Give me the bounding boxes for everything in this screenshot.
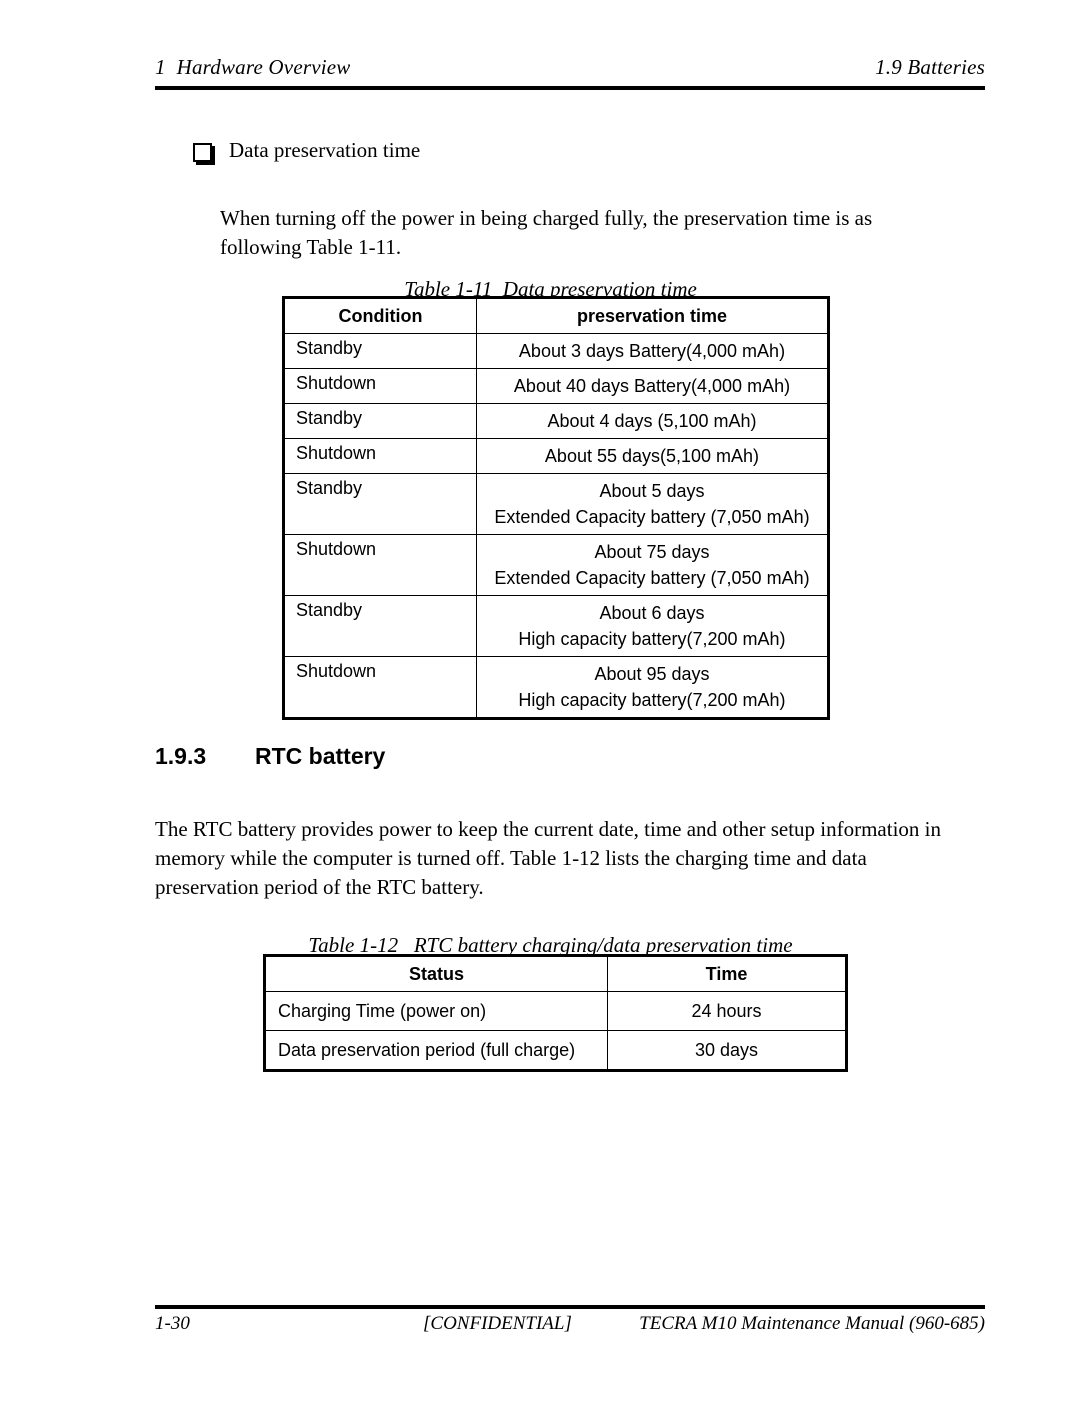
cell-condition: Shutdown — [284, 438, 477, 474]
cell-status: Charging Time (power on) — [265, 991, 608, 1031]
running-footer: 1-30 [CONFIDENTIAL] TECRA M10 Maintenanc… — [155, 1313, 985, 1423]
cell-preservation-time: About 95 days High capacity battery(7,20… — [476, 656, 828, 718]
header-section-title: 1.9 Batteries — [875, 55, 985, 79]
footer-page-number: 1-30 — [155, 1313, 190, 1334]
column-header-condition: Condition — [284, 298, 477, 334]
table-row: Standby About 4 days (5,100 mAh) — [284, 403, 828, 439]
cell-time: 30 days — [607, 1030, 846, 1070]
cell-condition: Standby — [284, 473, 477, 535]
footer-divider-rule — [155, 1305, 985, 1309]
cell-status: Data preservation period (full charge) — [265, 1030, 608, 1070]
bullet-item-label: Data preservation time — [229, 138, 421, 162]
table-row: Shutdown About 95 days High capacity bat… — [284, 656, 828, 718]
cell-preservation-time: About 40 days Battery(4,000 mAh) — [476, 368, 828, 404]
cell-preservation-time: About 4 days (5,100 mAh) — [476, 403, 828, 439]
running-header: 1 Hardware Overview 1.9 Batteries — [155, 55, 985, 80]
bullet-item-data-preservation-time: Data preservation time — [193, 136, 953, 164]
column-header-time: Time — [607, 956, 846, 992]
cell-line-2: High capacity battery(7,200 mAh) — [518, 629, 786, 649]
cell-condition: Standby — [284, 595, 477, 657]
document-page: 1 Hardware Overview 1.9 Batteries Data p… — [0, 0, 1080, 1397]
table-row: Standby About 6 days High capacity batte… — [284, 595, 828, 657]
footer-confidential-mark: [CONFIDENTIAL] — [423, 1313, 572, 1334]
section-heading-1-9-3: 1.9.3 RTC battery — [155, 743, 385, 770]
table-1-12-rtc-battery-charging: Status Time Charging Time (power on) 24 … — [263, 954, 848, 1072]
table-row: Shutdown About 75 days Extended Capacity… — [284, 534, 828, 596]
cell-time: 24 hours — [607, 991, 846, 1031]
section-number: 1.9.3 — [155, 743, 207, 769]
cell-condition: Standby — [284, 333, 477, 369]
cell-line-1: About 6 days — [599, 603, 705, 623]
table-1-11-data-preservation-time: Condition preservation time Standby Abou… — [282, 296, 830, 720]
open-box-bullet-icon — [193, 143, 212, 162]
cell-preservation-time: About 3 days Battery(4,000 mAh) — [476, 333, 828, 369]
rtc-battery-paragraph: The RTC battery provides power to keep t… — [155, 817, 942, 899]
table-row: Shutdown About 40 days Battery(4,000 mAh… — [284, 368, 828, 404]
cell-preservation-time: About 5 days Extended Capacity battery (… — [476, 473, 828, 535]
cell-condition: Shutdown — [284, 534, 477, 596]
header-chapter-title: 1 Hardware Overview — [155, 55, 351, 79]
cell-preservation-time: About 55 days(5,100 mAh) — [476, 438, 828, 474]
header-divider-rule — [155, 86, 985, 90]
cell-preservation-time: About 75 days Extended Capacity battery … — [476, 534, 828, 596]
cell-line-1: About 55 days(5,100 mAh) — [544, 446, 760, 466]
cell-line-2: Extended Capacity battery (7,050 mAh) — [494, 507, 810, 527]
table-1-12-caption-text: Table 1-12 RTC battery charging/data pre… — [308, 933, 793, 957]
cell-preservation-time: About 6 days High capacity battery(7,200… — [476, 595, 828, 657]
column-header-preservation-time: preservation time — [476, 298, 828, 334]
cell-line-2: Extended Capacity battery (7,050 mAh) — [494, 568, 810, 588]
table-row: Standby About 5 days Extended Capacity b… — [284, 473, 828, 535]
cell-line-1: About 95 days — [594, 664, 710, 684]
footer-manual-title: TECRA M10 Maintenance Manual (960-685) — [639, 1313, 985, 1334]
cell-condition: Shutdown — [284, 656, 477, 718]
cell-line-1: About 40 days Battery(4,000 mAh) — [513, 376, 791, 396]
table-row: Standby About 3 days Battery(4,000 mAh) — [284, 333, 828, 369]
cell-line-1: About 75 days — [594, 542, 710, 562]
table-row: Shutdown About 55 days(5,100 mAh) — [284, 438, 828, 474]
column-header-status: Status — [265, 956, 608, 992]
section-title: RTC battery — [255, 743, 386, 769]
table-header-row: Condition preservation time — [284, 298, 828, 334]
cell-line-2: High capacity battery(7,200 mAh) — [518, 690, 786, 710]
cell-condition: Standby — [284, 403, 477, 439]
table-row: Charging Time (power on) 24 hours — [265, 991, 846, 1031]
cell-condition: Shutdown — [284, 368, 477, 404]
table-row: Data preservation period (full charge) 3… — [265, 1030, 846, 1070]
cell-line-1: About 5 days — [599, 481, 705, 501]
table-header-row: Status Time — [265, 956, 846, 992]
cell-line-1: About 3 days Battery(4,000 mAh) — [518, 341, 786, 361]
cell-line-1: About 4 days (5,100 mAh) — [547, 411, 757, 431]
